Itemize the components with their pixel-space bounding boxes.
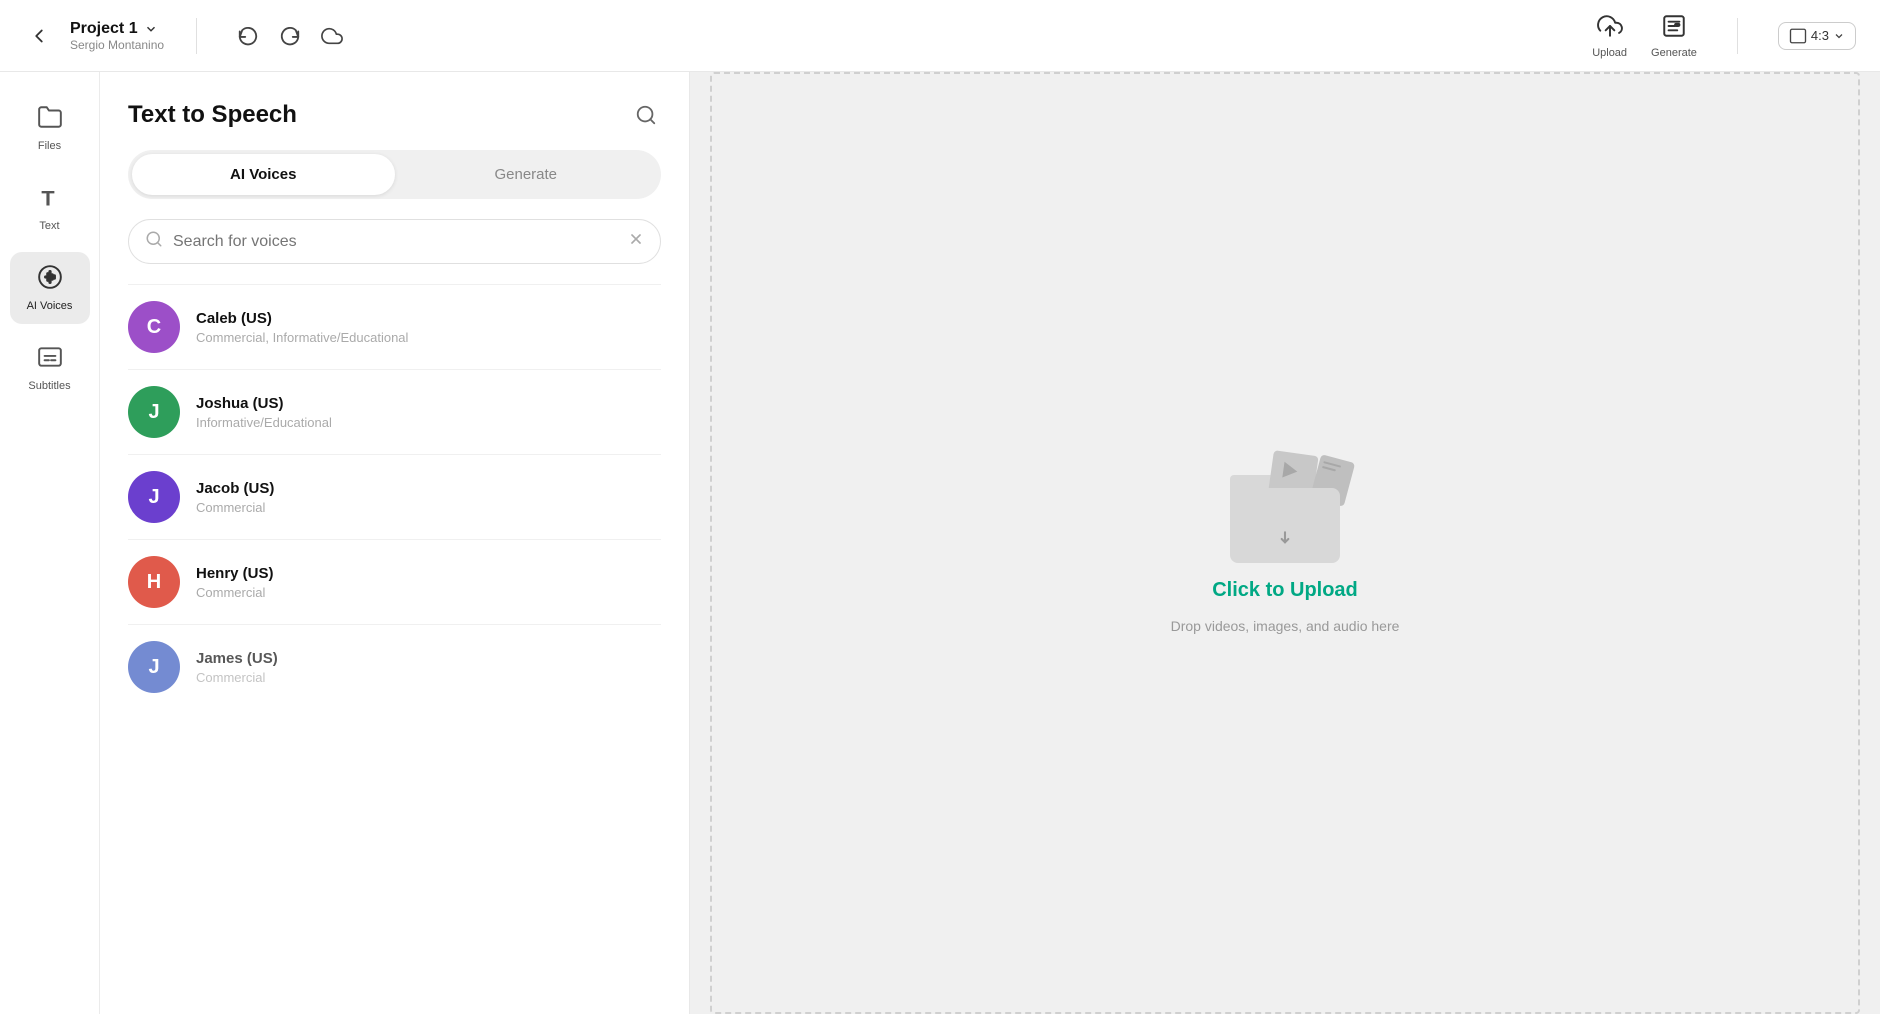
voice-info-jacob: Jacob (US) Commercial	[196, 480, 274, 515]
project-info: Project 1 Sergio Montanino	[70, 20, 164, 52]
svg-text:T: T	[41, 186, 54, 210]
voice-tags-henry: Commercial	[196, 585, 274, 600]
voice-tags-joshua: Informative/Educational	[196, 415, 332, 430]
upload-label: Click to Upload	[1212, 579, 1358, 602]
search-bar	[128, 219, 661, 264]
voice-name-extra: James (US)	[196, 650, 278, 667]
voice-avatar-caleb: C	[128, 301, 180, 353]
sidebar-files-label: Files	[38, 140, 61, 152]
panel-header: Text to Speech	[100, 72, 689, 150]
search-clear-button[interactable]	[628, 231, 644, 252]
sidebar-item-subtitles[interactable]: Subtitles	[10, 332, 90, 404]
voice-item-joshua[interactable]: J Joshua (US) Informative/Educational	[100, 370, 689, 454]
voice-tags-jacob: Commercial	[196, 500, 274, 515]
voice-info-henry: Henry (US) Commercial	[196, 565, 274, 600]
voice-list: C Caleb (US) Commercial, Informative/Edu…	[100, 284, 689, 1014]
upload-action[interactable]: Upload	[1592, 13, 1627, 59]
voice-avatar-jacob: J	[128, 471, 180, 523]
upload-icon	[1597, 13, 1623, 45]
voice-tags-extra: Commercial	[196, 670, 278, 685]
files-icon	[37, 104, 63, 136]
voice-tags-caleb: Commercial, Informative/Educational	[196, 330, 408, 345]
generate-icon	[1661, 13, 1687, 45]
canvas-drop-zone[interactable]: Click to Upload Drop videos, images, and…	[710, 72, 1860, 1014]
voice-info-extra: James (US) Commercial	[196, 650, 278, 685]
redo-button[interactable]	[271, 17, 309, 55]
project-title-text: Project 1	[70, 20, 138, 38]
voice-info-caleb: Caleb (US) Commercial, Informative/Educa…	[196, 310, 408, 345]
voice-item-henry[interactable]: H Henry (US) Commercial	[100, 540, 689, 624]
tab-container: AI Voices Generate	[128, 150, 661, 199]
voice-avatar-joshua: J	[128, 386, 180, 438]
header: Project 1 Sergio Montanino Upload	[0, 0, 1880, 72]
voice-item-jacob[interactable]: J Jacob (US) Commercial	[100, 455, 689, 539]
subtitles-icon	[37, 344, 63, 376]
sidebar-ai-voices-label: AI Voices	[27, 300, 73, 312]
voice-avatar-henry: H	[128, 556, 180, 608]
panel-title: Text to Speech	[128, 101, 297, 129]
generate-label: Generate	[1651, 47, 1697, 59]
upload-sublabel: Drop videos, images, and audio here	[1171, 618, 1400, 634]
sidebar-text-label: Text	[39, 220, 59, 232]
voice-name-joshua: Joshua (US)	[196, 395, 332, 412]
sidebar: Files T Text AI Voices	[0, 72, 100, 1014]
project-subtitle: Sergio Montanino	[70, 38, 164, 52]
voice-item-extra[interactable]: J James (US) Commercial	[100, 625, 689, 709]
sidebar-item-text[interactable]: T Text	[10, 172, 90, 244]
sidebar-item-files[interactable]: Files	[10, 92, 90, 164]
tab-generate[interactable]: Generate	[395, 154, 658, 195]
search-icon	[145, 230, 163, 253]
sidebar-item-ai-voices[interactable]: AI Voices	[10, 252, 90, 324]
panel-search-button[interactable]	[631, 100, 661, 130]
back-button[interactable]	[24, 21, 54, 51]
aspect-ratio-button[interactable]: 4:3	[1778, 22, 1856, 50]
main-layout: Files T Text AI Voices	[0, 72, 1880, 1014]
aspect-ratio-label: 4:3	[1811, 28, 1829, 43]
text-icon: T	[37, 184, 63, 216]
voice-info-joshua: Joshua (US) Informative/Educational	[196, 395, 332, 430]
voice-item-caleb[interactable]: C Caleb (US) Commercial, Informative/Edu…	[100, 285, 689, 369]
sidebar-subtitles-label: Subtitles	[28, 380, 70, 392]
panel: Text to Speech AI Voices Generate C	[100, 72, 690, 1014]
voice-name-caleb: Caleb (US)	[196, 310, 408, 327]
header-divider	[196, 18, 197, 54]
voice-name-jacob: Jacob (US)	[196, 480, 274, 497]
undo-button[interactable]	[229, 17, 267, 55]
header-left: Project 1 Sergio Montanino	[24, 17, 351, 55]
tab-ai-voices[interactable]: AI Voices	[132, 154, 395, 195]
upload-illustration	[1220, 453, 1350, 563]
cloud-save-button[interactable]	[313, 17, 351, 55]
toolbar-actions	[229, 17, 351, 55]
canvas-area[interactable]: Click to Upload Drop videos, images, and…	[690, 72, 1880, 1014]
search-input[interactable]	[173, 233, 618, 251]
voice-avatar-extra: J	[128, 641, 180, 693]
project-title[interactable]: Project 1	[70, 20, 164, 38]
header-right-divider	[1737, 18, 1738, 54]
header-right: Upload Generate 4:3	[1592, 13, 1856, 59]
folder-body	[1230, 488, 1340, 563]
upload-label: Upload	[1592, 47, 1627, 59]
voice-name-henry: Henry (US)	[196, 565, 274, 582]
generate-action[interactable]: Generate	[1651, 13, 1697, 59]
ai-voices-icon	[37, 264, 63, 296]
